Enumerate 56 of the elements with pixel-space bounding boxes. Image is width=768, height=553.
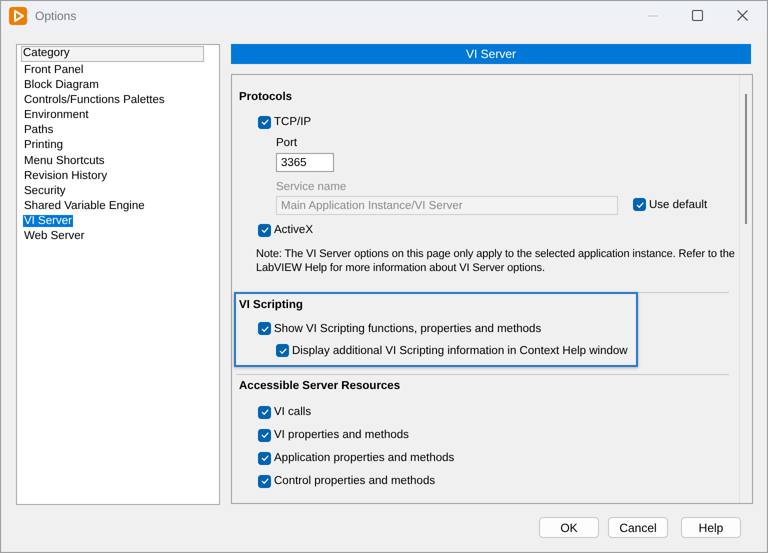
checkbox-label: VI calls [274,406,312,418]
checkbox[interactable] [258,116,271,128]
close-icon[interactable] [737,10,748,21]
category-item[interactable]: Printing [23,139,64,152]
port-field[interactable]: 3365 [276,153,334,172]
checkbox-label: ActiveX [274,224,313,236]
checkbox-label: Application properties and methods [274,452,454,464]
checkbox[interactable] [258,406,271,418]
category-item[interactable]: VI Server [23,214,73,227]
checkbox[interactable] [276,344,289,357]
checkbox[interactable] [258,428,271,442]
check-icon [260,225,270,235]
page-header: VI Server [231,44,751,64]
checkbox[interactable] [258,224,271,236]
category-item[interactable]: Web Server [23,230,86,242]
check-icon [260,430,270,440]
checkbox[interactable] [633,198,646,211]
category-item[interactable]: Menu Shortcuts [23,154,106,167]
dialog-button[interactable]: Cancel [608,517,668,538]
check-icon [260,453,270,463]
check-icon [260,407,270,417]
section-title: Protocols [238,90,294,105]
checkbox[interactable] [258,452,271,464]
check-icon [260,117,270,127]
category-item[interactable]: Shared Variable Engine [23,200,146,212]
field-label: Port [276,136,298,151]
checkbox[interactable] [258,474,271,488]
section-title: Accessible Server Resources [238,379,402,394]
check-icon [278,346,288,356]
dialog-button[interactable]: Help [681,517,741,538]
note-text: Note: The VI Server options on this page only apply to the selected application instance. Refer to the LabVIEW Help for more information about VI Server options. [256,247,735,275]
check-icon [260,324,270,334]
category-item[interactable]: Front Panel [23,64,84,76]
scrollbar-thumb[interactable] [745,94,747,224]
field-label: Service name [276,180,348,195]
checkbox[interactable] [258,322,271,335]
checkbox-label: Display additional VI Scripting information in Context Help window [292,344,628,356]
maximize-icon[interactable] [692,10,703,21]
category-item[interactable]: Controls/Functions Palettes [23,94,166,106]
category-item[interactable]: Revision History [23,170,108,182]
check-icon [260,476,270,486]
window-title: Options [35,8,76,22]
checkbox-label: Use default [649,198,708,210]
checkbox-label: Control properties and methods [274,475,436,487]
section-title: VI Scripting [238,298,304,313]
dialog-button[interactable]: OK [539,517,599,538]
app-logo-icon [9,6,27,24]
category-item[interactable]: Security [23,184,67,197]
checkbox-label: Show VI Scripting functions, properties and methods [274,322,542,334]
category-item[interactable]: Block Diagram [23,79,100,92]
checkbox-label: TCP/IP [274,116,312,128]
category-item[interactable]: Environment [23,109,90,122]
category-item[interactable]: Paths [23,124,54,136]
check-icon [634,200,644,210]
list-header[interactable]: Category [21,46,204,62]
checkbox-label: VI properties and methods [274,429,409,441]
